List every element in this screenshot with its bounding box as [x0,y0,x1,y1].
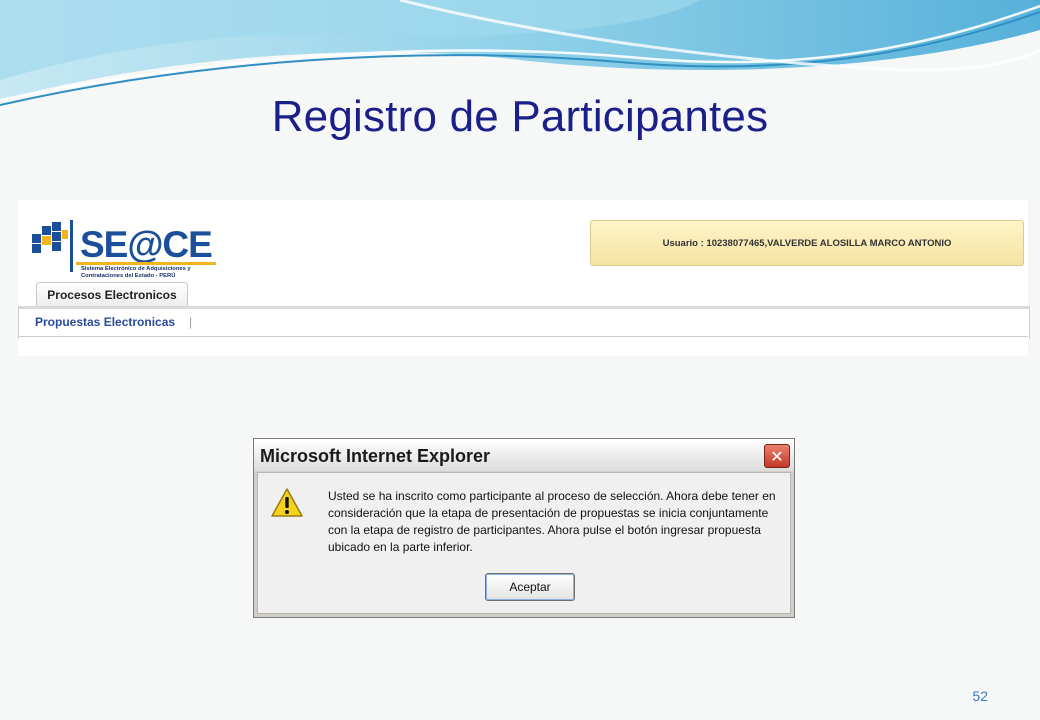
warning-icon [271,488,303,517]
ok-button[interactable]: Aceptar [485,573,575,601]
logo-mosaic-icon [32,222,68,253]
seace-logo: SE@CE Sistema Electrónico de Adquisicion… [30,214,216,279]
dialog-titlebar[interactable]: Microsoft Internet Explorer ✕ [254,439,794,471]
subnav-divider [18,336,1028,337]
logo-subtitle: Sistema Electrónico de Adquisiciones y C… [81,266,191,279]
dialog-body: Usted se ha inscrito como participante a… [257,472,791,614]
user-info-box: Usuario : 10238077465,VALVERDE ALOSILLA … [590,220,1024,266]
seace-screenshot: SE@CE Sistema Electrónico de Adquisicion… [18,200,1030,356]
logo-text: SE@CE [80,224,213,265]
subnav-bar: Propuestas Electronicas | [18,306,1030,339]
subnav-separator: | [189,315,193,329]
tab-procesos-electronicos[interactable]: Procesos Electronicos [36,282,188,307]
dialog-message: Usted se ha inscrito como participante a… [328,489,776,554]
alert-dialog: Microsoft Internet Explorer ✕ Usted se h… [253,438,795,618]
slide-title: Registro de Participantes [271,92,769,141]
subnav-item-propuestas[interactable]: Propuestas Electronicas [35,315,175,329]
page-number: 52 [972,688,988,704]
logo-accent-bar [76,262,216,265]
dialog-title: Microsoft Internet Explorer [260,446,491,466]
close-icon: ✕ [770,446,784,466]
close-button[interactable]: ✕ [764,444,790,468]
